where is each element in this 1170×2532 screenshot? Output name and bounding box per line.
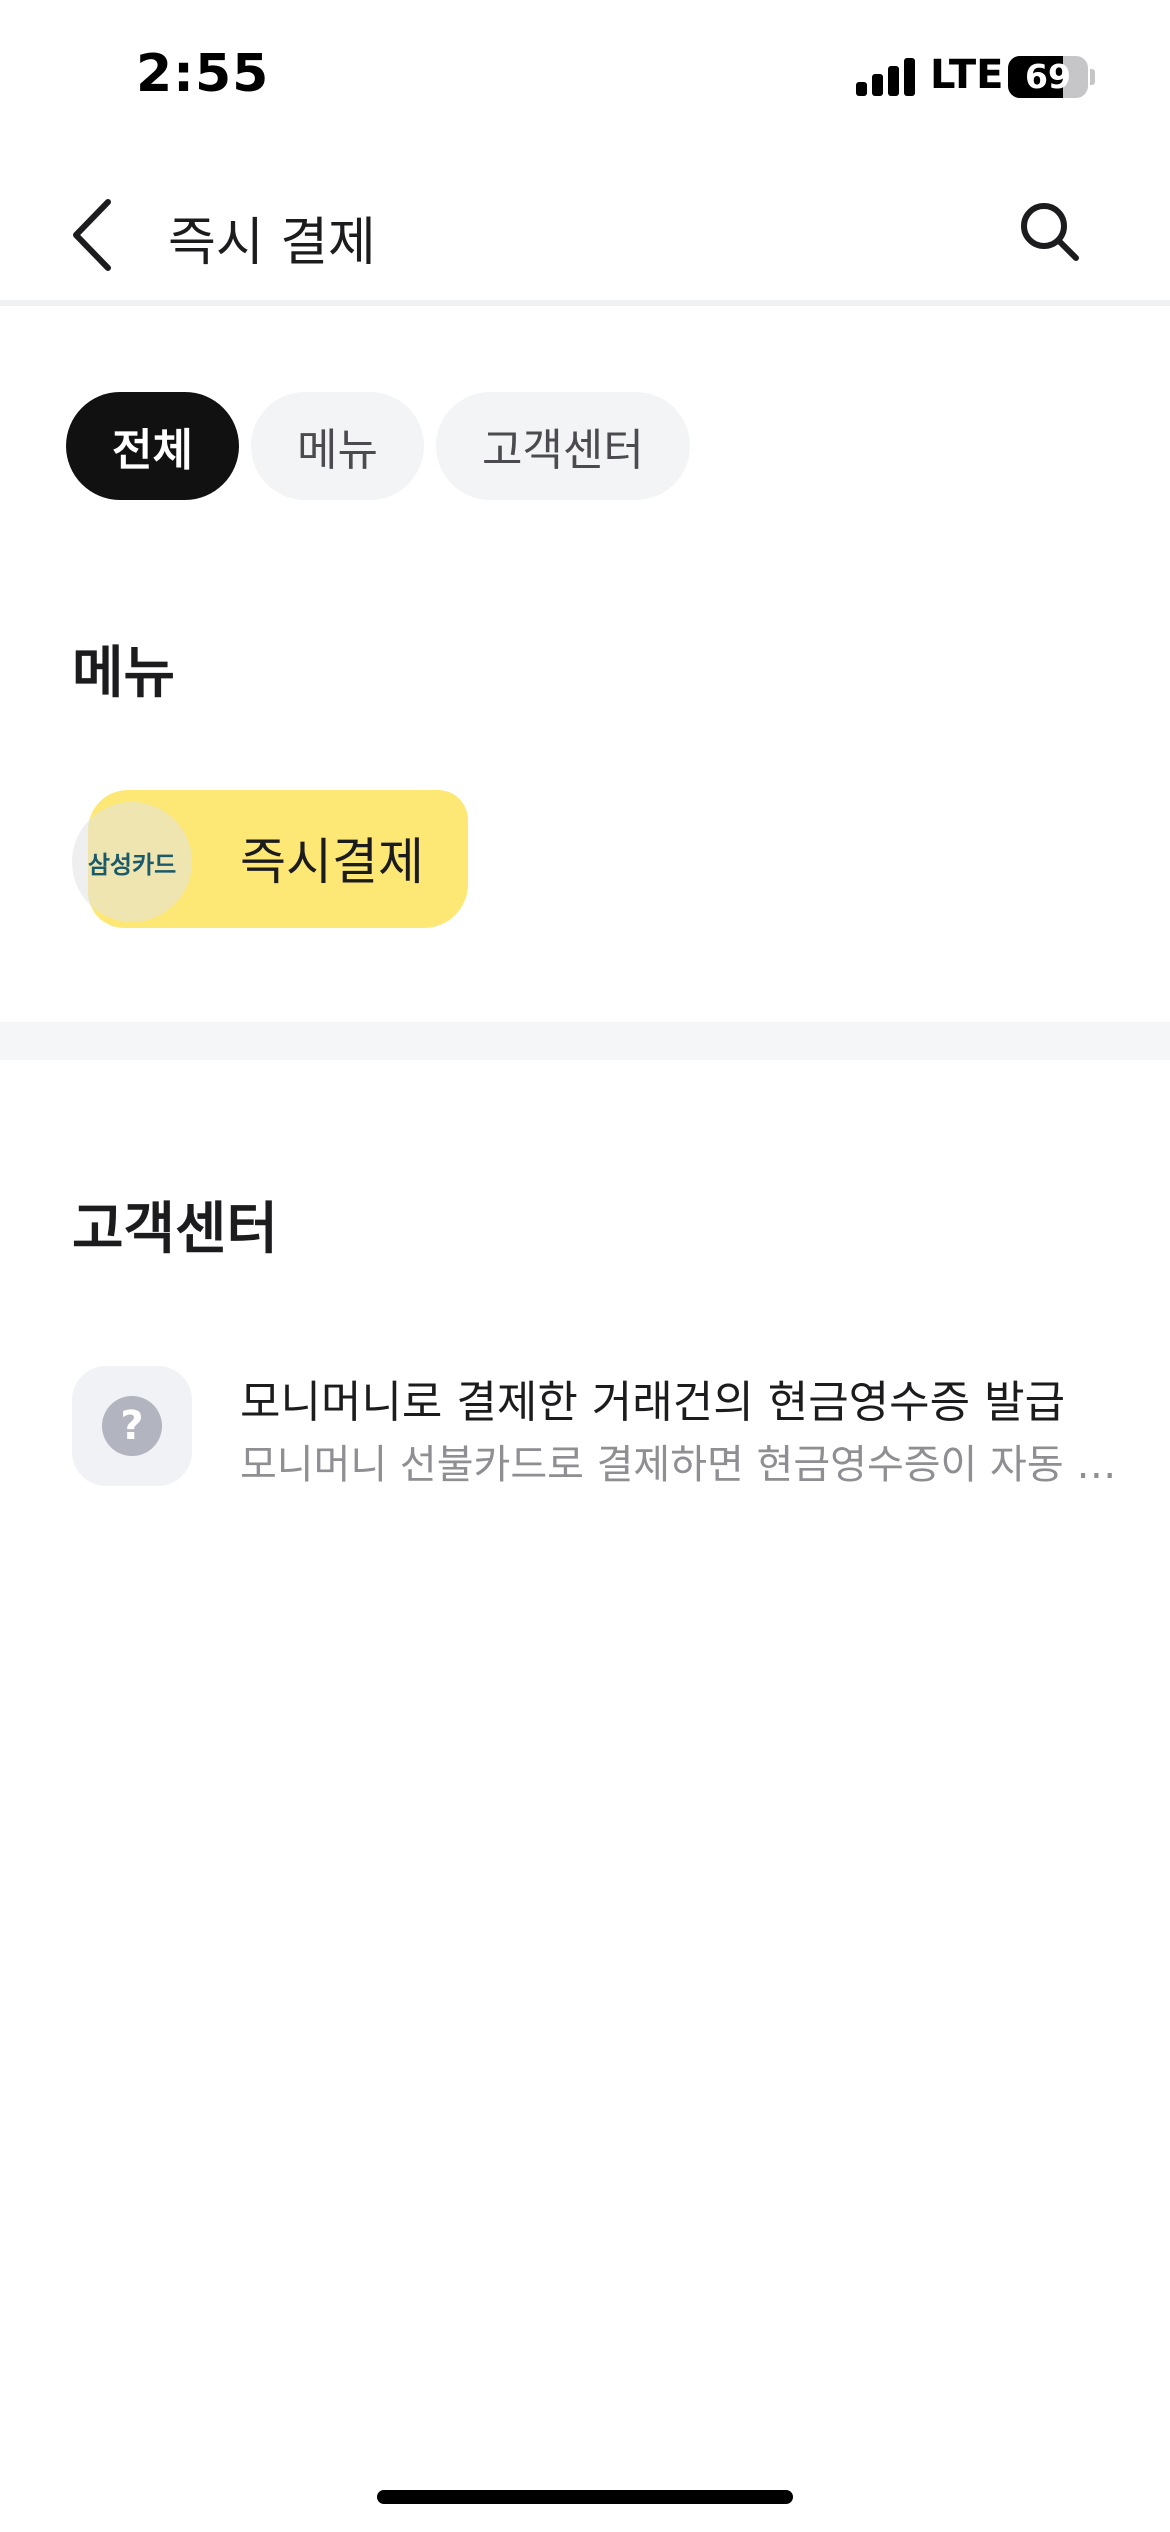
- page-title: 즉시 결제: [168, 213, 376, 273]
- filter-tabs: 전체 메뉴 고객센터: [66, 392, 690, 500]
- section-divider: [0, 1022, 1170, 1060]
- chevron-left-icon: [73, 199, 111, 271]
- search-icon: [1021, 203, 1079, 261]
- battery-percent: 69: [1025, 57, 1071, 96]
- home-indicator: [377, 2490, 793, 2504]
- menu-item-label: 즉시결제: [240, 833, 424, 891]
- card-logo-text: 삼성카드: [87, 850, 177, 879]
- tab-customer-center[interactable]: 고객센터: [435, 392, 690, 500]
- faq-title: 모니머니로 결제한 거래건의 현금영수증 발급: [240, 1377, 1066, 1428]
- faq-item[interactable]: ? 모니머니로 결제한 거래건의 현금영수증 발급 모니머니 선불카드로 결제하…: [72, 1360, 1140, 1490]
- menu-item-instant-payment[interactable]: 삼성카드 즉시결제: [70, 782, 470, 932]
- status-time: 2:55: [136, 44, 270, 104]
- battery-icon: 69: [1008, 56, 1088, 98]
- faq-icon-container: ?: [72, 1366, 192, 1486]
- menu-section-title: 메뉴: [72, 641, 176, 706]
- samsung-card-logo: 삼성카드: [72, 802, 192, 922]
- search-button[interactable]: [1010, 192, 1090, 272]
- faq-subtitle: 모니머니 선불카드로 결제하면 현금영수증이 자동 발급됩니다: [240, 1442, 1140, 1488]
- support-section-title: 고객센터: [72, 1197, 279, 1262]
- back-button[interactable]: [60, 190, 130, 280]
- header-divider: [0, 300, 1170, 306]
- question-icon: ?: [102, 1396, 162, 1456]
- tab-menu[interactable]: 메뉴: [250, 392, 424, 500]
- top-app-bar: 즉시 결제: [0, 170, 1170, 300]
- status-bar: 2:55 LTE 69: [0, 0, 1170, 150]
- tab-all[interactable]: 전체: [66, 392, 239, 500]
- network-type: LTE: [930, 52, 1004, 98]
- signal-icon: [856, 58, 916, 96]
- battery-cap: [1090, 69, 1095, 85]
